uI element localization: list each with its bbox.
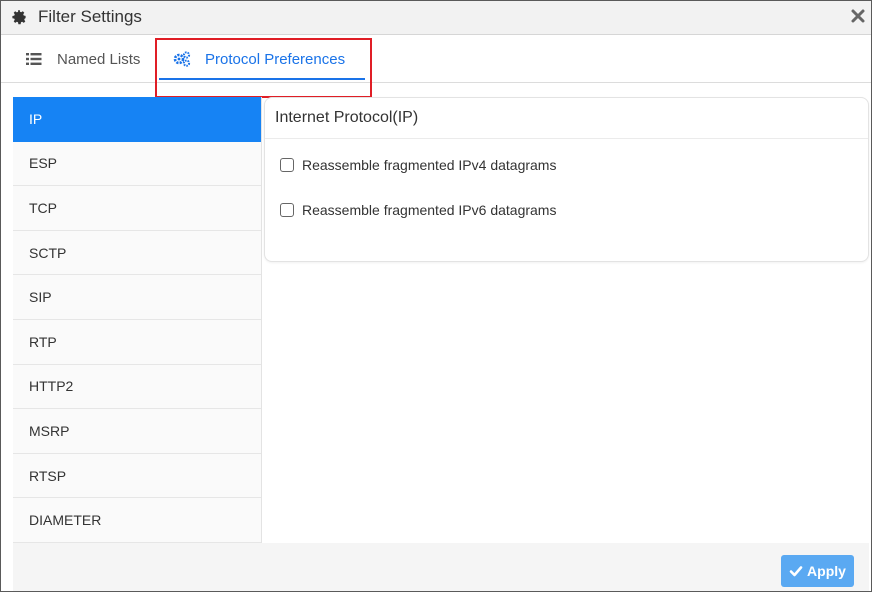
protocol-sidebar: IP ESP TCP SCTP SIP RTP HTTP2 MSRP RTSP … bbox=[13, 97, 262, 543]
filter-settings-dialog: Filter Settings Named Lists Protocol Pre… bbox=[0, 0, 872, 592]
tab-protocol-preferences[interactable]: Protocol Preferences bbox=[159, 35, 365, 83]
sidebar-item-diameter[interactable]: DIAMETER bbox=[13, 498, 261, 543]
tab-named-lists[interactable]: Named Lists bbox=[26, 35, 156, 83]
ipv6-reassemble-checkbox[interactable] bbox=[280, 203, 294, 217]
tab-protocol-preferences-label: Protocol Preferences bbox=[205, 50, 346, 68]
title-bar: Filter Settings bbox=[1, 1, 871, 35]
sidebar-item-msrp[interactable]: MSRP bbox=[13, 409, 261, 454]
sidebar-item-sip[interactable]: SIP bbox=[13, 275, 261, 320]
gear-icon bbox=[12, 10, 26, 25]
ipv4-reassemble-checkbox[interactable] bbox=[280, 158, 294, 172]
apply-button[interactable]: Apply bbox=[781, 555, 854, 587]
dialog-footer bbox=[13, 543, 869, 591]
check-icon bbox=[789, 566, 803, 577]
ipv4-reassemble-label: Reassemble fragmented IPv4 datagrams bbox=[302, 157, 557, 173]
list-icon bbox=[26, 53, 42, 65]
tab-named-lists-label: Named Lists bbox=[57, 50, 141, 68]
panel-title: Internet Protocol(IP) bbox=[265, 98, 868, 139]
ipv6-reassemble-option[interactable]: Reassemble fragmented IPv6 datagrams bbox=[280, 202, 556, 218]
sidebar-item-ip[interactable]: IP bbox=[13, 97, 261, 142]
tab-bar: Named Lists Protocol Preferences bbox=[1, 35, 871, 83]
ipv4-reassemble-option[interactable]: Reassemble fragmented IPv4 datagrams bbox=[280, 157, 556, 173]
sidebar-item-http2[interactable]: HTTP2 bbox=[13, 364, 261, 410]
apply-button-label: Apply bbox=[807, 563, 846, 579]
sidebar-item-rtp[interactable]: RTP bbox=[13, 319, 261, 365]
close-icon[interactable] bbox=[849, 7, 867, 25]
sidebar-item-tcp[interactable]: TCP bbox=[13, 186, 261, 231]
sidebar-item-sctp[interactable]: SCTP bbox=[13, 230, 261, 276]
ipv6-reassemble-label: Reassemble fragmented IPv6 datagrams bbox=[302, 202, 557, 218]
active-tab-indicator bbox=[159, 78, 365, 80]
dialog-title: Filter Settings bbox=[38, 7, 142, 26]
ip-settings-panel: Internet Protocol(IP) Reassemble fragmen… bbox=[264, 97, 869, 262]
sidebar-item-rtsp[interactable]: RTSP bbox=[13, 453, 261, 499]
cogs-icon bbox=[173, 51, 191, 67]
sidebar-item-esp[interactable]: ESP bbox=[13, 141, 261, 187]
